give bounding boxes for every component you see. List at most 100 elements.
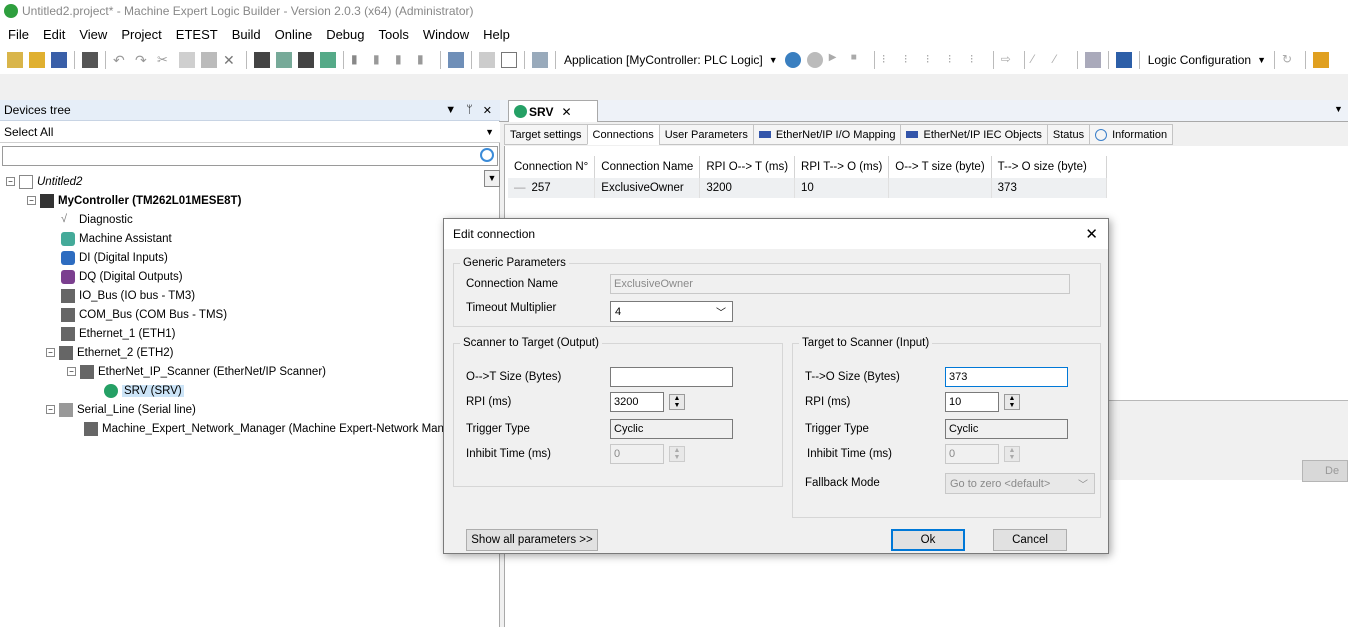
column-header[interactable]: Connection Name — [594, 156, 701, 178]
output-rpi-spinner[interactable]: ▲ ▼ — [669, 394, 685, 410]
subtab-information[interactable]: Information — [1089, 124, 1174, 145]
grid-icon[interactable] — [1084, 52, 1101, 68]
force-icon[interactable]: ⇨ — [1001, 52, 1017, 68]
menu-tools[interactable]: Tools — [379, 27, 409, 42]
write-values-icon[interactable]: ⁄ — [1032, 52, 1048, 68]
tree-node-digital-inputs[interactable]: DI (Digital Inputs) — [61, 248, 168, 267]
close-icon[interactable]: ✕ — [1085, 225, 1098, 243]
input-rpi-spinner[interactable]: ▲ ▼ — [1004, 394, 1020, 410]
input-trigger-field[interactable]: Cyclic — [945, 419, 1068, 439]
save-icon[interactable] — [51, 52, 67, 68]
breakpoint-icon[interactable]: ⁝ — [970, 52, 986, 68]
new-project-icon[interactable] — [7, 52, 23, 68]
stop-icon[interactable]: ■ — [851, 52, 867, 68]
refresh-icon[interactable]: ↻ — [1282, 52, 1298, 68]
input-inhibit-field[interactable]: 0 — [945, 444, 999, 464]
ok-button[interactable]: Ok — [891, 529, 965, 551]
subtab-status[interactable]: Status — [1046, 124, 1091, 145]
menu-project[interactable]: Project — [121, 27, 161, 42]
column-header[interactable]: Connection N° — [508, 156, 596, 178]
subtab-io-mapping[interactable]: EtherNet/IP I/O Mapping — [752, 124, 902, 145]
tree-node-controller[interactable]: − MyController (TM262L01MESE8T) — [27, 191, 241, 210]
find-replace-icon[interactable] — [320, 52, 336, 68]
output-trigger-field[interactable]: Cyclic — [610, 419, 733, 439]
column-header[interactable]: RPI T--> O (ms) — [794, 156, 890, 178]
subtab-user-parameters[interactable]: User Parameters — [658, 124, 754, 145]
step-out-icon[interactable]: ⁝ — [926, 52, 942, 68]
delete-icon[interactable]: ✕ — [223, 52, 239, 68]
close-icon[interactable]: ✕ — [483, 104, 492, 117]
menu-help[interactable]: Help — [483, 27, 510, 42]
connection-name-field[interactable]: ExclusiveOwner — [610, 274, 1070, 294]
pane-dropdown-icon[interactable]: ▼ — [445, 104, 456, 117]
application-combo[interactable]: Application [MyController: PLC Logic] ▼ — [564, 53, 778, 67]
collapse-icon[interactable]: − — [46, 348, 55, 357]
menu-edit[interactable]: Edit — [43, 27, 65, 42]
paste-icon[interactable] — [201, 52, 217, 68]
cancel-button[interactable]: Cancel — [993, 529, 1067, 551]
fallback-mode-select[interactable]: Go to zero <default> ﹀ — [945, 473, 1095, 494]
redo-icon[interactable]: ↷ — [135, 52, 151, 68]
menu-window[interactable]: Window — [423, 27, 469, 42]
column-header[interactable]: T--> O size (byte) — [991, 156, 1107, 178]
tree-node-ethernet-ip-scanner[interactable]: − EtherNet_IP_Scanner (EtherNet/IP Scann… — [67, 362, 326, 381]
tab-list-dropdown-icon[interactable]: ▼ — [1334, 104, 1343, 114]
collapse-icon[interactable]: − — [27, 196, 36, 205]
tree-node-ethernet-1[interactable]: Ethernet_1 (ETH1) — [61, 324, 176, 343]
input-inhibit-spinner[interactable]: ▲ ▼ — [1004, 446, 1020, 462]
run-icon[interactable]: ▶ — [829, 52, 845, 68]
search-icon[interactable] — [480, 148, 494, 162]
output-inhibit-field[interactable]: 0 — [610, 444, 664, 464]
ot-size-field[interactable] — [610, 367, 733, 387]
tree-node-diagnostic[interactable]: √ Diagnostic — [61, 210, 133, 229]
undo-icon[interactable]: ↶ — [113, 52, 129, 68]
collapse-icon[interactable]: − — [46, 405, 55, 414]
menu-view[interactable]: View — [79, 27, 107, 42]
bookmark-icon[interactable]: ▮ — [351, 52, 367, 68]
editor-tab-srv[interactable]: SRV ✕ — [508, 100, 598, 122]
bookmark-next-icon[interactable]: ▮ — [373, 52, 389, 68]
menu-online[interactable]: Online — [275, 27, 313, 42]
devices-search-input[interactable] — [2, 146, 498, 166]
configuration-combo[interactable]: Logic Configuration ▼ — [1148, 53, 1266, 67]
subtab-target-settings[interactable]: Target settings — [504, 124, 588, 145]
tree-node-digital-outputs[interactable]: DQ (Digital Outputs) — [61, 267, 183, 286]
menu-debug[interactable]: Debug — [326, 27, 364, 42]
menu-etest[interactable]: ETEST — [176, 27, 218, 42]
logout-icon[interactable] — [806, 52, 823, 68]
copy-icon[interactable] — [179, 52, 195, 68]
tree-node-project[interactable]: − Untitled2 — [6, 172, 82, 191]
subtab-iec-objects[interactable]: EtherNet/IP IEC Objects — [900, 124, 1048, 145]
lower-panel-button[interactable]: De — [1302, 460, 1348, 482]
open-project-icon[interactable] — [29, 52, 45, 68]
tree-node-io-bus[interactable]: IO_Bus (IO bus - TM3) — [61, 286, 195, 305]
collapse-icon[interactable]: − — [67, 367, 76, 376]
tree-node-com-bus[interactable]: COM_Bus (COM Bus - TMS) — [61, 305, 227, 324]
find-icon[interactable] — [254, 52, 270, 68]
tree-node-srv[interactable]: SRV (SRV) — [104, 381, 184, 400]
column-header[interactable]: O--> T size (byte) — [888, 156, 992, 178]
collapse-icon[interactable]: − — [6, 177, 15, 186]
cut-icon[interactable]: ✂ — [157, 52, 173, 68]
table-row[interactable]: —257 ExclusiveOwner 3200 10 373 — [508, 178, 1107, 198]
input-rpi-field[interactable]: 10 — [945, 392, 999, 412]
run-to-cursor-icon[interactable]: ⁝ — [948, 52, 964, 68]
find-references-icon[interactable] — [298, 52, 314, 68]
menu-file[interactable]: File — [8, 27, 29, 42]
step-into-icon[interactable]: ⁝ — [904, 52, 920, 68]
timeout-multiplier-select[interactable]: 4 ﹀ — [610, 301, 733, 322]
print-icon[interactable] — [82, 52, 98, 68]
replace-icon[interactable] — [276, 52, 292, 68]
output-inhibit-spinner[interactable]: ▲ ▼ — [669, 446, 685, 462]
devices-filter-combo[interactable]: Select All ▼ — [0, 122, 500, 143]
monitor-icon[interactable] — [1115, 52, 1132, 68]
close-icon[interactable]: ✕ — [561, 105, 571, 119]
tree-node-machine-assistant[interactable]: Machine Assistant — [61, 229, 172, 248]
new-file-icon[interactable] — [501, 52, 517, 68]
key-icon[interactable] — [1313, 52, 1330, 68]
pin-icon[interactable]: ᛘ — [466, 104, 473, 117]
tree-node-ethernet-2[interactable]: − Ethernet_2 (ETH2) — [46, 343, 174, 362]
add-object-icon[interactable] — [479, 52, 495, 68]
to-size-field[interactable]: 373 — [945, 367, 1068, 387]
bookmark-clear-icon[interactable]: ▮ — [417, 52, 433, 68]
